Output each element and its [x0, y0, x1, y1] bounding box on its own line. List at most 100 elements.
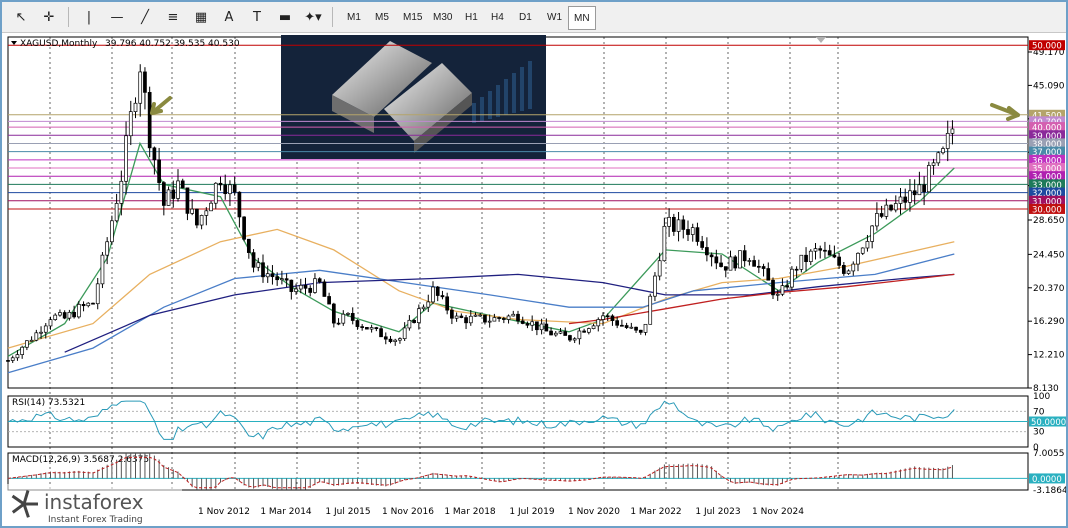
timeframe-h1[interactable]: H1 — [460, 6, 483, 28]
candle — [572, 338, 577, 341]
candle — [346, 313, 350, 315]
shapes-icon[interactable]: ✦▾ — [302, 6, 324, 28]
candle — [190, 208, 195, 214]
candle — [785, 285, 790, 288]
candle — [228, 184, 232, 195]
candle — [289, 279, 294, 292]
candle — [365, 327, 369, 330]
candle — [355, 320, 360, 327]
candle — [837, 256, 841, 266]
candle — [223, 184, 228, 195]
candle — [105, 241, 110, 256]
rsi-label: RSI(14) 73.5321 — [12, 398, 85, 408]
candle — [761, 266, 766, 269]
menu-triangle-icon[interactable] — [11, 41, 17, 45]
candle — [756, 265, 761, 268]
candle — [823, 249, 827, 252]
macd-label: MACD(12,26,9) 3.5687 2.6375 — [12, 455, 149, 465]
candle — [516, 313, 520, 322]
chart-canvas[interactable]: RSI(14) 73.53211007030050.0000 MACD(12,2… — [2, 33, 1066, 526]
fibonacci-icon[interactable]: ≡ — [162, 6, 184, 28]
candle — [610, 315, 615, 321]
candle — [86, 302, 91, 307]
candle — [110, 220, 114, 243]
candle — [733, 256, 738, 269]
arrow-annotation-icon[interactable] — [150, 96, 172, 115]
candle — [535, 321, 539, 331]
label-icon[interactable]: T — [246, 6, 268, 28]
candle — [81, 303, 86, 307]
candle — [176, 180, 180, 199]
symbol-label: XAGUSD,Monthly — [20, 39, 98, 49]
candle — [119, 180, 124, 204]
candle — [483, 314, 487, 323]
trendline-icon[interactable]: ╱ — [134, 6, 156, 28]
candle — [525, 323, 530, 326]
candle — [889, 204, 893, 211]
candle — [936, 152, 941, 164]
candle — [317, 278, 322, 283]
channel-icon[interactable]: ▦ — [190, 6, 212, 28]
moving-average-line — [7, 141, 955, 357]
candle — [336, 322, 341, 325]
candle — [931, 162, 936, 166]
level-badge-label: 30.000 — [1032, 205, 1062, 215]
vertical-line-icon[interactable]: | — [78, 6, 100, 28]
crosshair-icon[interactable]: ✛ — [38, 6, 60, 28]
price-tick-label: 28.650 — [1033, 216, 1065, 226]
candle — [213, 182, 218, 204]
cursor-icon[interactable]: ↖ — [10, 6, 32, 28]
shift-marker-icon[interactable] — [816, 37, 826, 43]
date-tick-label: 1 Mar 2014 — [260, 507, 312, 517]
candle — [440, 295, 445, 298]
candle — [426, 301, 431, 308]
text-icon[interactable]: A — [218, 6, 240, 28]
timeframe-w1[interactable]: W1 — [542, 6, 567, 28]
timeframe-d1[interactable]: D1 — [514, 6, 537, 28]
price-axis: 49.17045.09041.01036.93032.85028.65024.4… — [1028, 40, 1065, 394]
candle — [808, 250, 813, 262]
arrow-annotation-icon[interactable] — [990, 103, 1020, 121]
date-tick-label: 1 Jul 2023 — [695, 507, 740, 517]
candle — [360, 326, 365, 328]
candle — [643, 323, 648, 333]
timeframe-m15[interactable]: M15 — [398, 6, 427, 28]
candle — [870, 225, 875, 242]
timeframe-h4[interactable]: H4 — [486, 6, 509, 28]
candle — [246, 238, 251, 253]
candle — [39, 331, 43, 334]
candle — [719, 262, 723, 267]
candle — [25, 340, 29, 348]
candle — [133, 102, 138, 112]
candle — [856, 252, 860, 265]
candle — [487, 320, 492, 323]
candle — [48, 319, 53, 327]
candle — [497, 317, 501, 319]
rectangle-icon[interactable]: ▬ — [274, 6, 296, 28]
timeframe-m1[interactable]: M1 — [342, 6, 366, 28]
candle — [157, 159, 161, 183]
candle — [313, 278, 317, 293]
candle — [237, 191, 242, 218]
candle — [435, 286, 440, 296]
candle — [922, 184, 926, 193]
candle — [695, 227, 700, 242]
candle — [648, 295, 653, 325]
timeframe-m5[interactable]: M5 — [370, 6, 394, 28]
horizontal-line-icon[interactable]: — — [106, 6, 128, 28]
candle — [690, 227, 695, 235]
candle — [91, 302, 95, 305]
candle — [161, 182, 166, 206]
watermark-tagline: Instant Forex Trading — [48, 515, 143, 525]
rsi-line — [7, 400, 955, 440]
timeframe-mn[interactable]: MN — [568, 6, 596, 30]
candle — [705, 247, 709, 256]
candle — [747, 260, 752, 262]
rsi-panel: RSI(14) 73.53211007030050.0000 — [7, 392, 1066, 453]
candle — [945, 132, 950, 149]
rsi-level-badge-label: 50.0000 — [1031, 418, 1066, 428]
timeframe-m30[interactable]: M30 — [428, 6, 457, 28]
candle — [549, 330, 553, 336]
candle — [209, 202, 213, 212]
candle — [586, 328, 591, 333]
